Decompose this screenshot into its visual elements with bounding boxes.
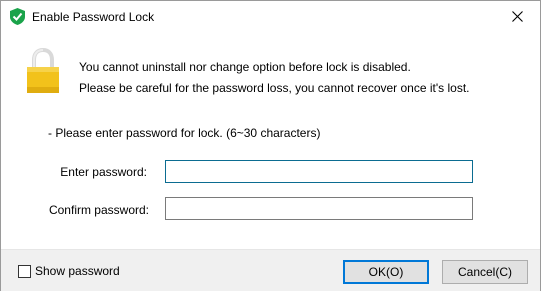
padlock-icon xyxy=(26,47,60,94)
enter-password-field[interactable] xyxy=(165,160,473,183)
close-button[interactable] xyxy=(494,1,540,32)
warning-message-line-1: You cannot uninstall nor change option b… xyxy=(79,60,411,74)
ok-button[interactable]: OK(O) xyxy=(343,260,429,284)
confirm-password-label: Confirm password: xyxy=(48,203,149,217)
warning-message-line-2: Please be careful for the password loss,… xyxy=(79,81,470,95)
show-password-checkbox[interactable] xyxy=(18,265,31,278)
shield-check-icon xyxy=(10,8,25,25)
password-instruction: - Please enter password for lock. (6~30 … xyxy=(48,126,321,140)
enter-password-label: Enter password: xyxy=(60,165,147,179)
dialog-window: Enable Password Lock You cannot uninstal… xyxy=(0,0,541,291)
cancel-button[interactable]: Cancel(C) xyxy=(442,260,528,284)
close-icon xyxy=(511,11,523,22)
confirm-password-field[interactable] xyxy=(165,197,473,220)
window-title: Enable Password Lock xyxy=(32,10,155,24)
dialog-footer: Show password OK(O) Cancel(C) xyxy=(1,249,540,291)
title-bar[interactable]: Enable Password Lock xyxy=(1,1,540,32)
show-password-label[interactable]: Show password xyxy=(35,264,120,278)
